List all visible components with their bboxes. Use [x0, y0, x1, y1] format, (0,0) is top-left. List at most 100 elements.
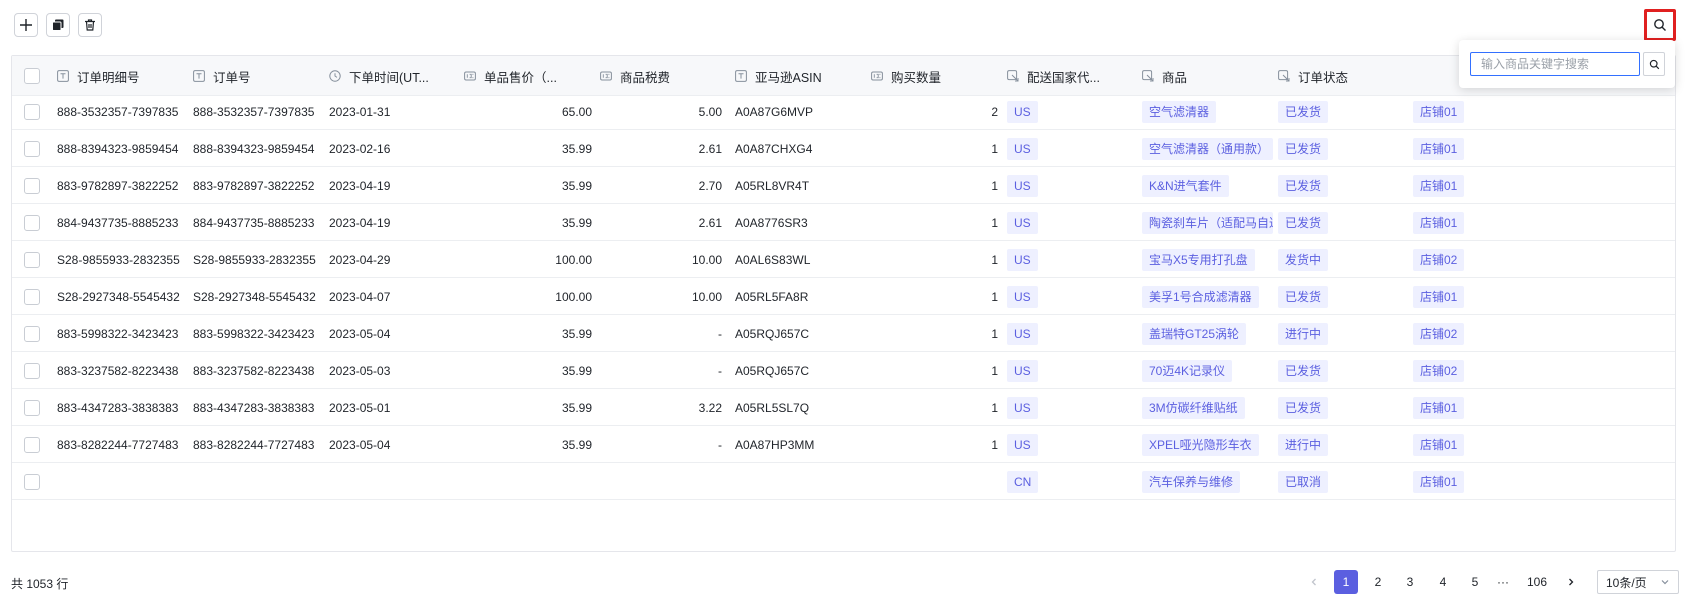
cell-quantity	[871, 463, 998, 500]
country-tag[interactable]: US	[1007, 100, 1038, 123]
table-row[interactable]: CN 汽车保养与维修 已取消 店铺01	[12, 463, 1675, 500]
column-header-country[interactable]: 配送国家代...	[1007, 56, 1135, 96]
status-tag[interactable]: 已发货	[1278, 285, 1329, 308]
table-row[interactable]: 883-9782897-3822252 883-9782897-3822252 20…	[12, 167, 1675, 204]
page-3-button[interactable]: 3	[1398, 570, 1422, 594]
store-tag[interactable]: 店铺02	[1413, 322, 1465, 345]
column-header-status[interactable]: 订单状态	[1278, 56, 1406, 96]
cell-order-date: 2023-04-07	[329, 289, 391, 304]
status-tag[interactable]: 已发货	[1278, 396, 1329, 419]
table-row[interactable]: 884-9437735-8885233 884-9437735-8885233 20…	[12, 204, 1675, 241]
country-tag[interactable]: CN	[1007, 470, 1039, 493]
delete-record-button[interactable]	[78, 13, 102, 37]
row-checkbox[interactable]	[24, 325, 40, 342]
country-tag[interactable]: US	[1007, 433, 1038, 456]
table-row[interactable]: 883-8282244-7727483 883-8282244-7727483 20…	[12, 426, 1675, 463]
product-tag[interactable]: 空气滤清器（通用款）	[1142, 137, 1273, 160]
product-tag[interactable]: 空气滤清器	[1142, 100, 1217, 123]
store-tag[interactable]: 店铺02	[1413, 359, 1465, 382]
table-row[interactable]: 888-8394323-9859454 888-8394323-9859454 20…	[12, 130, 1675, 167]
row-checkbox[interactable]	[24, 288, 40, 305]
row-checkbox[interactable]	[24, 436, 40, 453]
status-tag[interactable]: 已发货	[1278, 137, 1329, 160]
status-tag[interactable]: 已发货	[1278, 211, 1329, 234]
table-row[interactable]: 883-5998322-3423423 883-5998322-3423423 20…	[12, 315, 1675, 352]
page-4-button[interactable]: 4	[1431, 570, 1455, 594]
prev-page-button[interactable]	[1302, 570, 1326, 594]
product-search-input[interactable]	[1470, 52, 1640, 76]
row-checkbox[interactable]	[24, 473, 40, 490]
store-tag[interactable]: 店铺01	[1413, 100, 1465, 123]
row-checkbox[interactable]	[24, 177, 40, 194]
status-tag[interactable]: 进行中	[1278, 433, 1329, 456]
store-tag[interactable]: 店铺01	[1413, 174, 1465, 197]
status-tag[interactable]: 已发货	[1278, 359, 1329, 382]
row-checkbox[interactable]	[24, 399, 40, 416]
row-checkbox[interactable]	[24, 103, 40, 120]
cell-unit-price: 100.00	[555, 252, 592, 267]
column-header-order[interactable]: 订单号	[193, 56, 321, 96]
column-header-asin[interactable]: 亚马逊ASIN	[735, 56, 863, 96]
column-header-detail[interactable]: 订单明细号	[57, 56, 185, 96]
store-tag[interactable]: 店铺01	[1413, 211, 1465, 234]
table-row[interactable]: 883-3237582-8223438 883-3237582-8223438 20…	[12, 352, 1675, 389]
page-size-select[interactable]: 10条/页	[1597, 570, 1679, 594]
product-tag[interactable]: XPEL哑光隐形车衣	[1142, 433, 1259, 456]
row-checkbox[interactable]	[24, 140, 40, 157]
toolbar	[14, 13, 102, 37]
column-header-qty[interactable]: 购买数量	[871, 56, 999, 96]
product-tag[interactable]: 陶瓷刹车片（适配马自达	[1142, 211, 1273, 234]
store-tag[interactable]: 店铺01	[1413, 470, 1465, 493]
country-tag[interactable]: US	[1007, 285, 1038, 308]
store-tag[interactable]: 店铺01	[1413, 433, 1465, 456]
table-row[interactable]: 888-3532357-7397835 888-3532357-7397835 20…	[12, 93, 1675, 130]
cell-country: US	[1007, 130, 1141, 167]
store-tag[interactable]: 店铺01	[1413, 396, 1465, 419]
product-tag[interactable]: 盖瑞特GT25涡轮	[1142, 322, 1247, 345]
pagination-ellipsis[interactable]: ···	[1491, 570, 1515, 594]
column-header-price[interactable]: 单品售价（...	[464, 56, 592, 96]
country-tag[interactable]: US	[1007, 322, 1038, 345]
copy-record-button[interactable]	[46, 13, 70, 37]
store-tag[interactable]: 店铺01	[1413, 137, 1465, 160]
cell-store: 店铺01	[1413, 130, 1547, 167]
product-tag[interactable]: 宝马X5专用打孔盘	[1142, 248, 1255, 271]
page-1-button[interactable]: 1	[1334, 570, 1358, 594]
select-all-checkbox[interactable]	[24, 68, 40, 84]
status-tag[interactable]: 已发货	[1278, 174, 1329, 197]
product-tag[interactable]: K&N进气套件	[1142, 174, 1229, 197]
status-tag[interactable]: 发货中	[1278, 248, 1329, 271]
store-tag[interactable]: 店铺01	[1413, 285, 1465, 308]
country-tag[interactable]: US	[1007, 396, 1038, 419]
column-header-tax[interactable]: 商品税费	[600, 56, 728, 96]
status-tag[interactable]: 已发货	[1278, 100, 1329, 123]
row-checkbox[interactable]	[24, 251, 40, 268]
status-tag[interactable]: 进行中	[1278, 322, 1329, 345]
row-checkbox[interactable]	[24, 362, 40, 379]
product-tag[interactable]: 汽车保养与维修	[1142, 470, 1241, 493]
row-checkbox[interactable]	[24, 214, 40, 231]
table-row[interactable]: S28-9855933-2832355 S28-9855933-2832355 20…	[12, 241, 1675, 278]
cell-order-date: 2023-04-19	[329, 215, 391, 230]
product-tag[interactable]: 3M仿碳纤维贴纸	[1142, 396, 1245, 419]
search-toggle-button[interactable]	[1644, 9, 1676, 41]
country-tag[interactable]: US	[1007, 211, 1038, 234]
add-record-button[interactable]	[14, 13, 38, 37]
table-row[interactable]: 883-4347283-3838383 883-4347283-3838383 20…	[12, 389, 1675, 426]
next-page-button[interactable]	[1559, 570, 1583, 594]
store-tag[interactable]: 店铺02	[1413, 248, 1465, 271]
status-tag[interactable]: 已取消	[1278, 470, 1329, 493]
table-row[interactable]: S28-2927348-5545432 S28-2927348-5545432 20…	[12, 278, 1675, 315]
search-submit-button[interactable]	[1643, 52, 1665, 76]
country-tag[interactable]: US	[1007, 248, 1038, 271]
product-tag[interactable]: 70迈4K记录仪	[1142, 359, 1233, 382]
country-tag[interactable]: US	[1007, 359, 1038, 382]
page-5-button[interactable]: 5	[1463, 570, 1487, 594]
last-page-button[interactable]: 106	[1523, 570, 1551, 594]
country-tag[interactable]: US	[1007, 137, 1038, 160]
page-2-button[interactable]: 2	[1366, 570, 1390, 594]
product-tag[interactable]: 美孚1号合成滤清器	[1142, 285, 1259, 308]
column-header-product[interactable]: 商品	[1142, 56, 1270, 96]
country-tag[interactable]: US	[1007, 174, 1038, 197]
column-header-date[interactable]: 下单时间(UT...	[329, 56, 457, 96]
